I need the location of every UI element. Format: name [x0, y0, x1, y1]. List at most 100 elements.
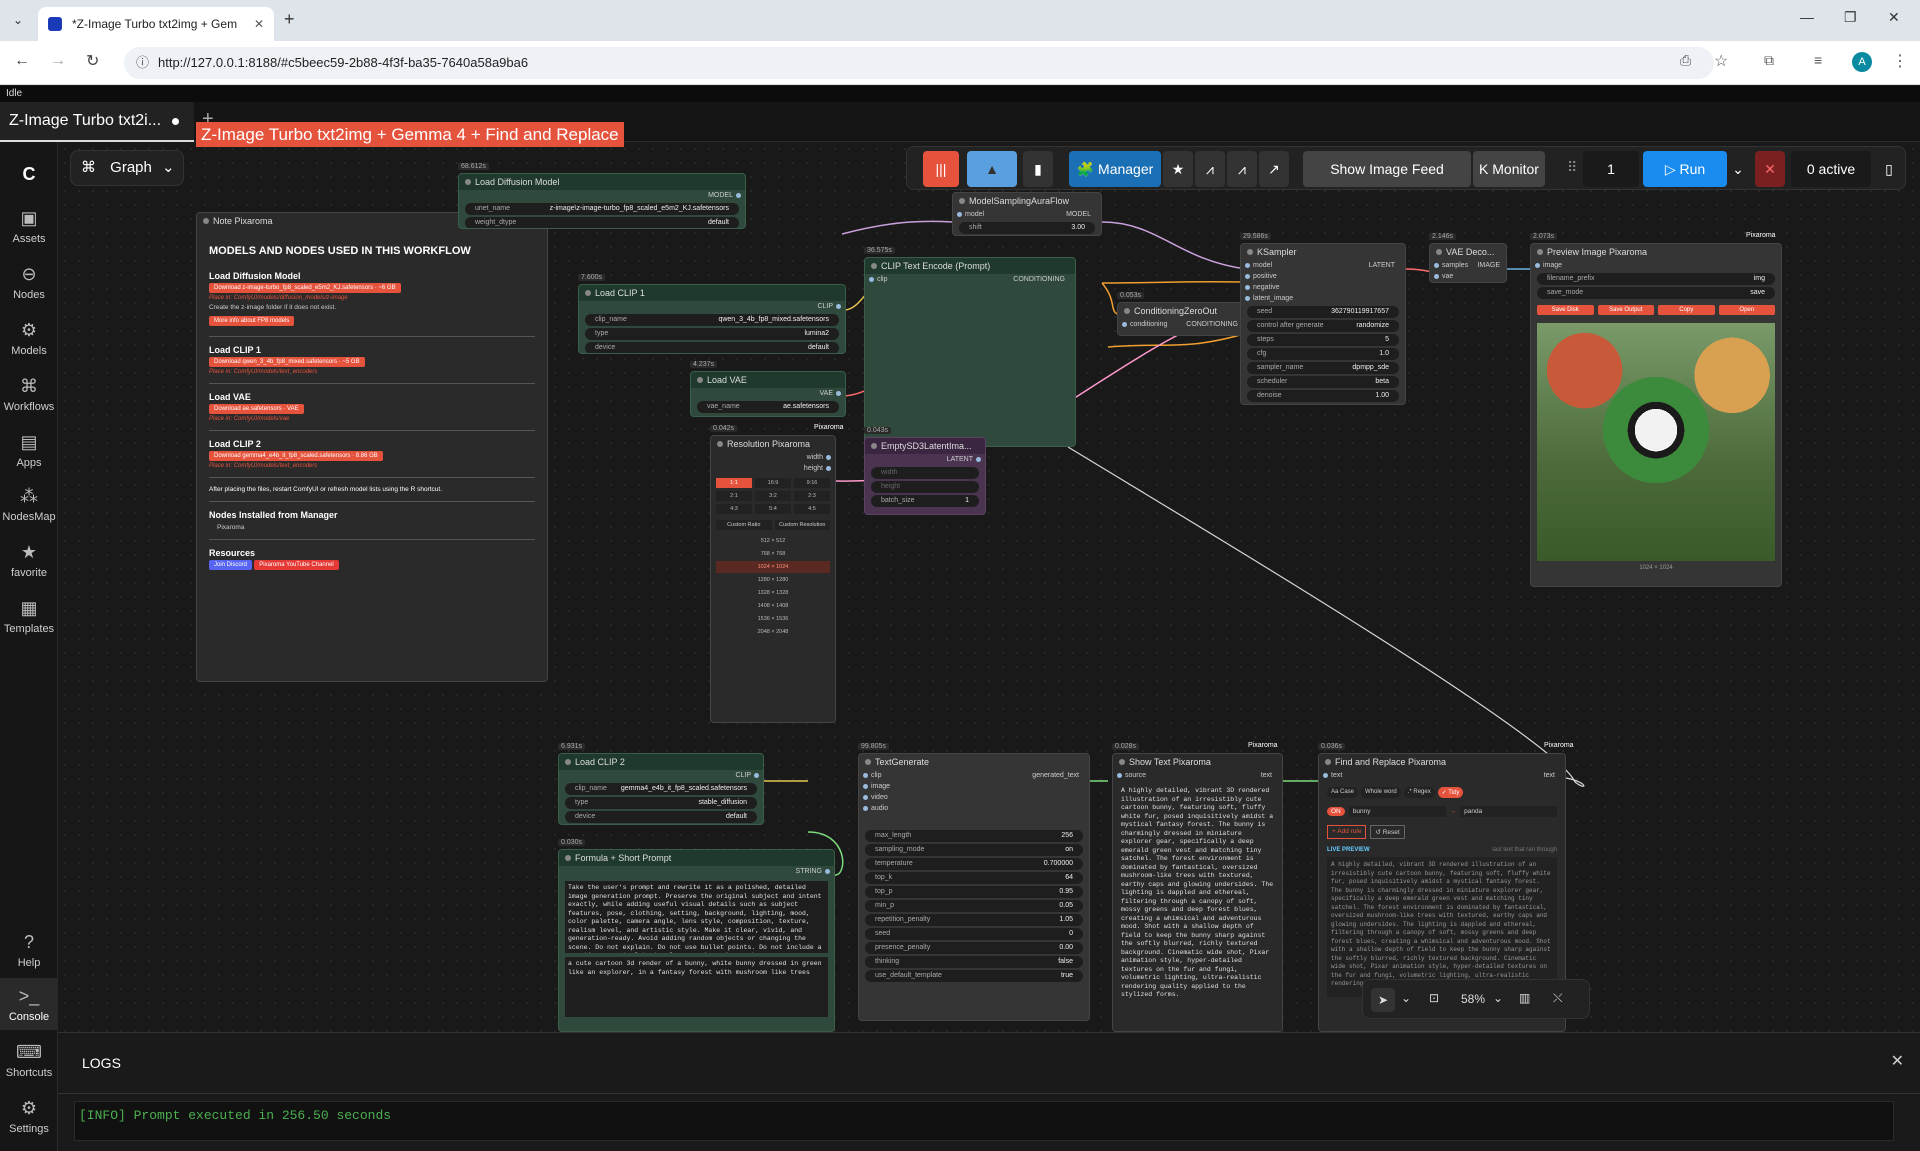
custom-ratio-button[interactable]: Custom Ratio — [716, 520, 772, 530]
ratio-option[interactable]: 4:5 — [794, 504, 830, 514]
star-icon[interactable]: ★ — [1163, 151, 1193, 187]
denoise-widget[interactable]: denoise 1.00 — [1247, 390, 1399, 402]
youtube-button[interactable]: Pixaroma YouTube Channel — [254, 560, 339, 570]
sidebar-item-nodes[interactable]: ⊖ Nodes — [0, 264, 58, 301]
batch-size-widget[interactable]: batch_size 1 — [871, 495, 979, 507]
whole-word-toggle[interactable]: Whole word — [1361, 787, 1401, 798]
negative-port[interactable]: negative — [1241, 282, 1405, 293]
bookmark-icon[interactable]: ▮ — [1023, 151, 1053, 187]
latent-image-port[interactable]: latent_image — [1241, 293, 1405, 304]
width-widget[interactable]: width — [871, 467, 979, 479]
chevron-down-icon[interactable]: ⌄ — [1401, 991, 1411, 1005]
output-port[interactable]: CLIP — [559, 770, 763, 781]
regex-toggle[interactable]: .* Regex — [1403, 787, 1435, 798]
sidebar-item-nodesmap[interactable]: ⁂ NodesMap — [0, 486, 58, 523]
shift-widget[interactable]: shift 3.00 — [959, 222, 1095, 234]
image-port[interactable]: image — [1531, 260, 1781, 271]
size-option[interactable]: 1536 × 1536 — [716, 613, 830, 626]
ratio-option[interactable]: 5:4 — [755, 504, 791, 514]
forward-icon[interactable]: → — [50, 52, 66, 70]
pixaroma-panel-button[interactable]: ||| — [923, 151, 959, 187]
minimap-icon[interactable]: ▥ — [1519, 991, 1530, 1005]
model-port[interactable]: model LATENT — [1241, 260, 1405, 271]
save-disk-button[interactable]: Save Disk — [1537, 305, 1594, 315]
output-port[interactable]: CLIP — [579, 301, 845, 312]
ratio-option[interactable]: 3:2 — [755, 491, 791, 501]
ratio-option[interactable]: 4:3 — [716, 504, 752, 514]
device-widget[interactable]: device default — [585, 342, 839, 353]
type-widget[interactable]: type stable_diffusion — [565, 797, 757, 809]
save-output-button[interactable]: Save Output — [1597, 305, 1654, 315]
source-port[interactable]: source text — [1113, 770, 1282, 781]
sidebar-item-settings[interactable]: ⚙ Settings — [0, 1098, 58, 1135]
drag-handle-icon[interactable]: ⠿ — [1567, 159, 1577, 176]
sidebar-item-assets[interactable]: ▣ Assets — [0, 208, 58, 245]
image-port[interactable]: image — [859, 781, 1089, 792]
new-tab-icon[interactable]: + — [284, 9, 295, 30]
ratio-option[interactable]: 9:16 — [794, 478, 830, 488]
clip-text-encode-node[interactable]: CLIP Text Encode (Prompt) clip CONDITIONI… — [864, 257, 1076, 447]
steps-widget[interactable]: steps 5 — [1247, 334, 1399, 346]
short-prompt-text[interactable]: a cute cartoon 3d render of a bunny, whi… — [565, 957, 828, 1017]
copy-button[interactable]: Copy — [1658, 305, 1715, 315]
download-button[interactable]: Download qwen_3_4b_fp8_mixed.safetensors… — [209, 357, 365, 367]
logs-close-icon[interactable]: ✕ — [1891, 1051, 1904, 1071]
output-port[interactable]: VAE — [691, 388, 845, 399]
graph-menu-button[interactable]: ⌘ Graph ⌄ — [70, 150, 184, 186]
formula-short-prompt-node[interactable]: Formula + Short Prompt STRING Take the u… — [558, 849, 835, 1032]
load-clip-2-node[interactable]: Load CLIP 2 CLIP clip_name gemma4_e4b_it_… — [558, 753, 764, 825]
zoom-level[interactable]: 58% — [1461, 992, 1485, 1006]
site-info-icon[interactable]: ⓘ — [136, 47, 149, 79]
sidebar-item-models[interactable]: ⚙ Models — [0, 320, 58, 357]
clip-input-port[interactable]: clip CONDITIONING — [865, 274, 1075, 285]
audio-port[interactable]: audio — [859, 803, 1089, 814]
conditioning-port[interactable]: conditioning CONDITIONING — [1118, 319, 1248, 330]
comfy-logo-button[interactable]: ▲ — [967, 151, 1017, 187]
size-option[interactable]: 1328 × 1328 — [716, 587, 830, 600]
save-mode-widget[interactable]: save_mode save — [1537, 287, 1775, 299]
manager-button[interactable]: 🧩 Manager — [1069, 151, 1161, 187]
size-option[interactable]: 1408 × 1408 — [716, 600, 830, 613]
browser-menu-icon[interactable]: ⋮ — [1892, 51, 1908, 71]
download-button[interactable]: Download ae.safetensors · VAE — [209, 404, 304, 414]
temperature-widget[interactable]: temperature 0.700000 — [865, 858, 1083, 870]
unet-name-widget[interactable]: unet_name z-image\z-image-turbo_fp8_scale… — [465, 203, 739, 215]
empty-sd3-latent-node[interactable]: EmptySD3LatentIma... LATENT width height… — [864, 437, 986, 515]
sidebar-item-favorite[interactable]: ★ favorite — [0, 542, 58, 579]
add-rule-button[interactable]: + Add rule — [1327, 825, 1367, 839]
download-button[interactable]: Download gemma4_e4b_it_fp8_scaled.safete… — [209, 451, 383, 461]
max-length-widget[interactable]: max_length 256 — [865, 830, 1083, 842]
workflow-tab[interactable]: Z-Image Turbo txt2i... — [0, 102, 194, 142]
string-output-port[interactable]: STRING — [559, 866, 834, 877]
use-default-template-widget[interactable]: use_default_template true — [865, 970, 1083, 982]
vae-name-widget[interactable]: vae_name ae.safetensors — [697, 401, 839, 413]
zoom-chevron-icon[interactable]: ⌄ — [1493, 991, 1503, 1005]
presence-penalty-widget[interactable]: presence_penalty 0.00 — [865, 942, 1083, 954]
ksampler-node[interactable]: KSampler model LATENT positive negative l… — [1240, 243, 1406, 405]
find-field[interactable]: bunny — [1348, 806, 1446, 817]
sidebar-item-shortcuts[interactable]: ⌨ Shortcuts — [0, 1042, 58, 1079]
latent-output-port[interactable]: LATENT — [865, 454, 985, 465]
sampler-name-widget[interactable]: sampler_name dpmpp_sde — [1247, 362, 1399, 374]
node-icon-1[interactable]: ⩘ — [1195, 151, 1225, 187]
show-text-node[interactable]: Show Text Pixaroma source text A highly d… — [1112, 753, 1283, 1032]
run-button[interactable]: ▷ Run — [1643, 151, 1727, 187]
model-sampling-auraflow-node[interactable]: ModelSamplingAuraFlow model MODEL shift 3.… — [952, 192, 1102, 236]
node-icon-2[interactable]: ⩘ — [1227, 151, 1257, 187]
tab-close-icon[interactable]: ✕ — [254, 7, 264, 41]
cfg-widget[interactable]: cfg 1.0 — [1247, 348, 1399, 360]
ratio-option[interactable]: 2:1 — [716, 491, 752, 501]
sidebar-item-console[interactable]: >_ Console — [0, 978, 58, 1030]
run-options-chevron-icon[interactable]: ⌄ — [1727, 151, 1749, 187]
size-option[interactable]: 1024 × 1024 — [716, 561, 830, 574]
video-port[interactable]: video — [859, 792, 1089, 803]
seed-widget[interactable]: seed 362790119917657 — [1247, 306, 1399, 318]
load-vae-node[interactable]: Load VAE VAE vae_name ae.safetensors — [690, 371, 846, 417]
ratio-option[interactable]: 16:9 — [755, 478, 791, 488]
conditioning-zero-out-node[interactable]: ConditioningZeroOut conditioning CONDITIO… — [1117, 302, 1249, 336]
input-port[interactable]: model MODEL — [953, 209, 1101, 220]
media-icon[interactable]: ≡ — [1814, 52, 1822, 68]
sidebar-item-workflows[interactable]: ⌘ Workflows — [0, 376, 58, 413]
window-close-icon[interactable]: ✕ — [1888, 9, 1900, 26]
queue-count-input[interactable]: 1 — [1583, 151, 1639, 187]
